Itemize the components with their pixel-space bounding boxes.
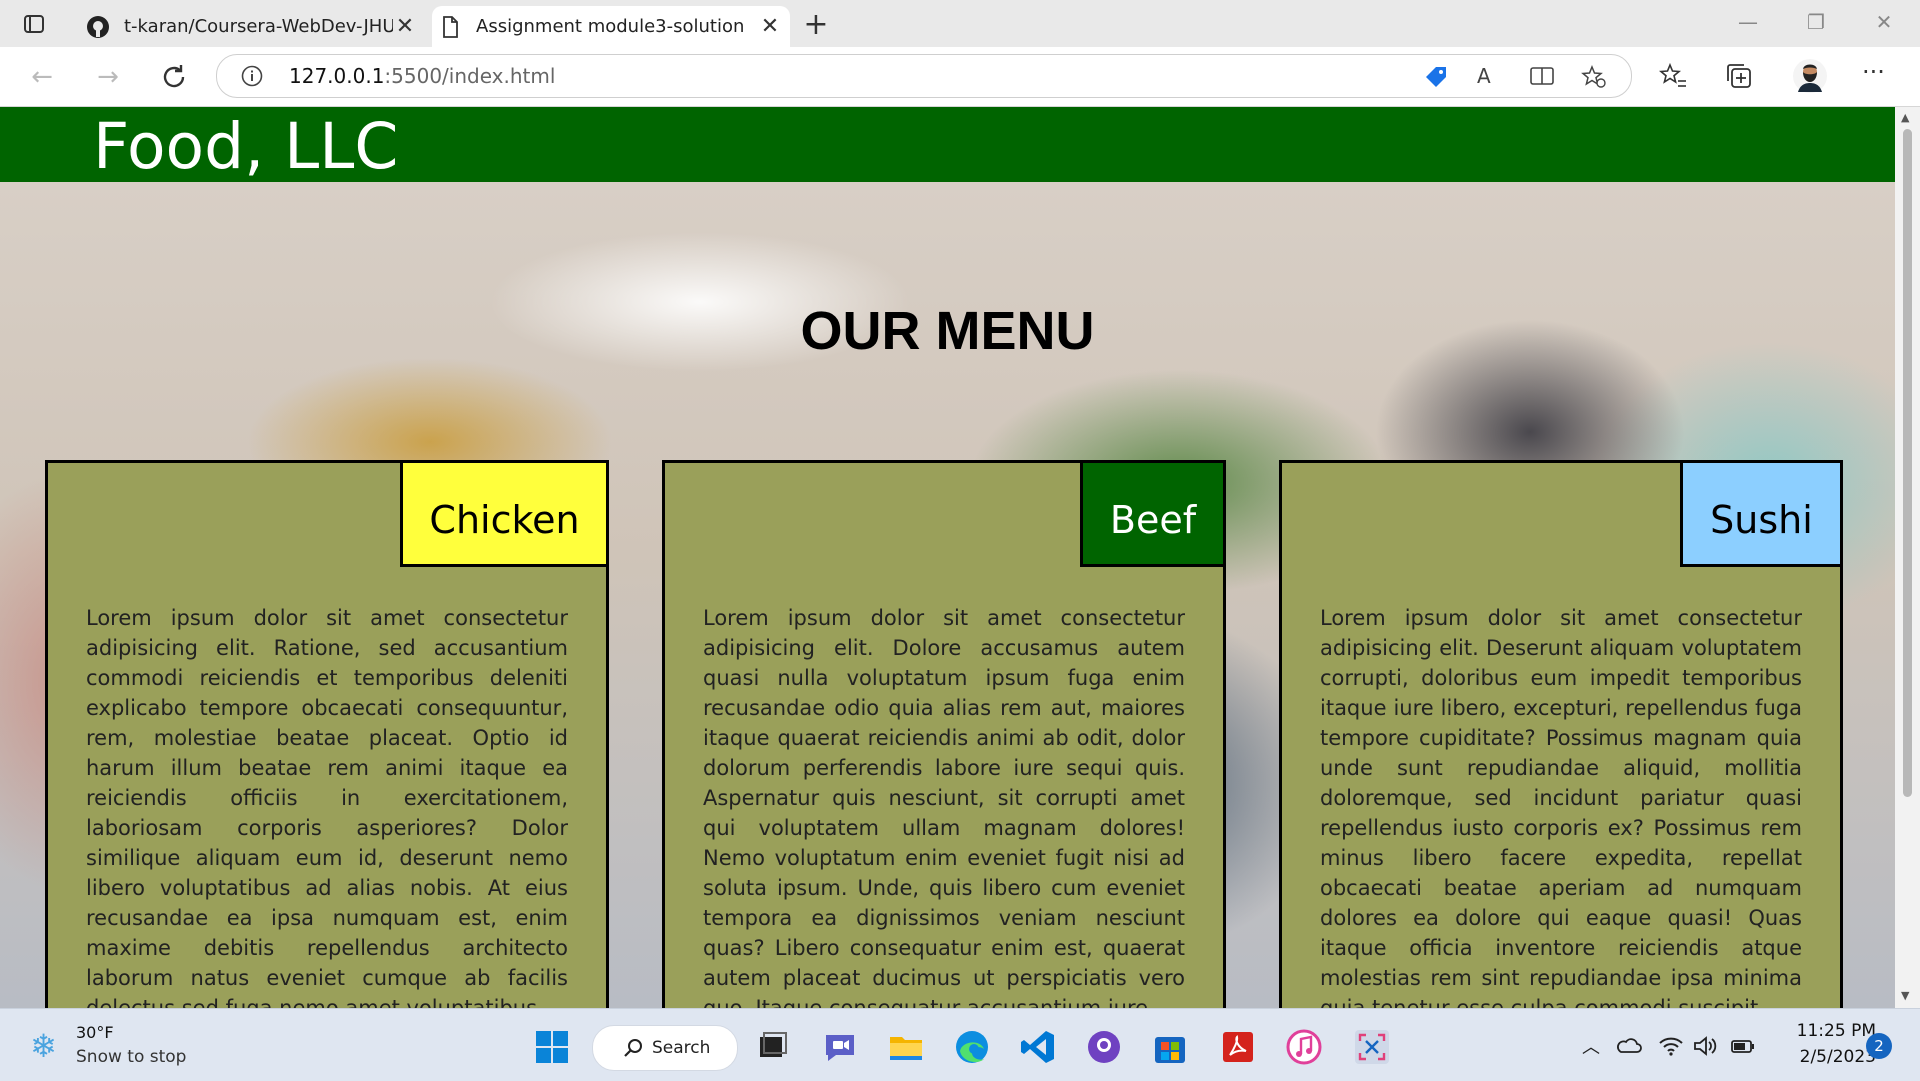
- close-icon[interactable]: ✕: [758, 14, 782, 39]
- read-aloud-icon[interactable]: A: [1477, 64, 1503, 90]
- menu-card-beef: Beef Lorem ipsum dolor sit amet consecte…: [662, 460, 1226, 1008]
- collections-icon[interactable]: [1724, 61, 1754, 91]
- windows-taskbar: ❄ 30°F Snow to stop Search ︿ 11:25 PM 2/…: [0, 1008, 1920, 1081]
- search-label: Search: [652, 1038, 711, 1058]
- tab-title: t-karan/Coursera-WebDev-JHU-/: [124, 16, 393, 37]
- tab-strip: t-karan/Coursera-WebDev-JHU-/ ✕ Assignme…: [0, 0, 1920, 47]
- github-desktop-icon[interactable]: [1084, 1027, 1124, 1067]
- taskbar-search[interactable]: Search: [592, 1025, 738, 1071]
- card-label-sushi: Sushi: [1680, 460, 1843, 567]
- url-host: 127.0.0.1: [289, 64, 385, 88]
- card-label-chicken: Chicken: [400, 460, 609, 567]
- acrobat-icon[interactable]: [1218, 1027, 1258, 1067]
- github-icon: [87, 15, 109, 38]
- url-text[interactable]: 127.0.0.1:5500/index.html: [289, 64, 555, 88]
- new-tab-icon[interactable]: +: [800, 10, 832, 42]
- microsoft-store-icon[interactable]: [1150, 1027, 1190, 1067]
- onedrive-icon[interactable]: [1616, 1033, 1642, 1059]
- tab-title: Assignment module3-solution: [476, 16, 745, 37]
- tab-actions-icon[interactable]: [22, 12, 46, 36]
- minimize-icon[interactable]: —: [1728, 10, 1768, 38]
- itunes-icon[interactable]: [1284, 1027, 1324, 1067]
- restore-icon[interactable]: ❐: [1796, 10, 1836, 38]
- menu-title: OUR MENU: [800, 301, 1095, 361]
- vscode-icon[interactable]: [1018, 1027, 1058, 1067]
- weather-description[interactable]: Snow to stop: [76, 1047, 186, 1067]
- back-icon[interactable]: ←: [24, 59, 60, 95]
- immersive-reader-icon[interactable]: [1529, 64, 1555, 90]
- edge-icon[interactable]: [952, 1027, 992, 1067]
- menu-card-chicken: Chicken Lorem ipsum dolor sit amet conse…: [45, 460, 609, 1008]
- menu-card-sushi: Sushi Lorem ipsum dolor sit amet consect…: [1279, 460, 1843, 1008]
- scroll-down-icon[interactable]: ▼: [1901, 989, 1909, 1002]
- tab-assignment[interactable]: Assignment module3-solution ✕: [432, 6, 790, 47]
- address-bar[interactable]: 127.0.0.1:5500/index.html A: [216, 54, 1632, 98]
- profile-avatar[interactable]: [1792, 58, 1828, 94]
- scroll-up-icon[interactable]: ▲: [1901, 111, 1909, 124]
- more-options-icon[interactable]: ···: [1862, 60, 1892, 91]
- forward-icon[interactable]: →: [90, 59, 126, 95]
- browser-toolbar: ← → 127.0.0.1:5500/index.html A ···: [0, 47, 1920, 107]
- card-text: Lorem ipsum dolor sit amet consectetur a…: [86, 606, 568, 1008]
- coupon-tag-icon[interactable]: [1423, 64, 1449, 90]
- teams-chat-icon[interactable]: [820, 1027, 860, 1067]
- tab-github[interactable]: t-karan/Coursera-WebDev-JHU-/ ✕: [80, 6, 425, 47]
- site-title: Food, LLC: [93, 110, 399, 183]
- url-path: :5500/index.html: [384, 64, 556, 88]
- snipping-tool-icon[interactable]: [1352, 1027, 1392, 1067]
- card-label-beef: Beef: [1080, 460, 1226, 567]
- refresh-icon[interactable]: [156, 59, 192, 95]
- clock-date[interactable]: 2/5/2023: [1786, 1047, 1876, 1067]
- start-icon[interactable]: [532, 1027, 572, 1067]
- snow-icon[interactable]: ❄: [30, 1029, 64, 1063]
- volume-icon[interactable]: [1692, 1033, 1718, 1059]
- search-icon: [624, 1039, 642, 1057]
- favorites-icon[interactable]: [1658, 61, 1688, 91]
- info-icon[interactable]: [241, 65, 263, 87]
- add-favorite-icon[interactable]: [1581, 64, 1607, 90]
- show-hidden-icons-icon[interactable]: ︿: [1578, 1033, 1604, 1059]
- site-header: Food, LLC: [0, 107, 1895, 183]
- task-view-icon[interactable]: [752, 1027, 792, 1067]
- file-explorer-icon[interactable]: [886, 1027, 926, 1067]
- window-close-icon[interactable]: ✕: [1864, 10, 1904, 38]
- notification-badge[interactable]: 2: [1866, 1033, 1892, 1059]
- weather-temperature[interactable]: 30°F: [76, 1023, 114, 1042]
- page-icon: [443, 15, 458, 38]
- page-viewport: Food, LLC OUR MENU Chicken Lorem ipsum d…: [0, 107, 1895, 1008]
- battery-icon[interactable]: [1730, 1033, 1756, 1059]
- card-text: Lorem ipsum dolor sit amet consectetur a…: [703, 606, 1185, 1008]
- wifi-icon[interactable]: [1658, 1033, 1684, 1059]
- clock-time[interactable]: 11:25 PM: [1786, 1021, 1876, 1041]
- card-text: Lorem ipsum dolor sit amet consectetur a…: [1320, 606, 1802, 1008]
- scrollbar-thumb[interactable]: [1903, 129, 1912, 797]
- close-icon[interactable]: ✕: [393, 14, 417, 39]
- page-scrollbar[interactable]: ▲ ▼: [1895, 107, 1920, 1008]
